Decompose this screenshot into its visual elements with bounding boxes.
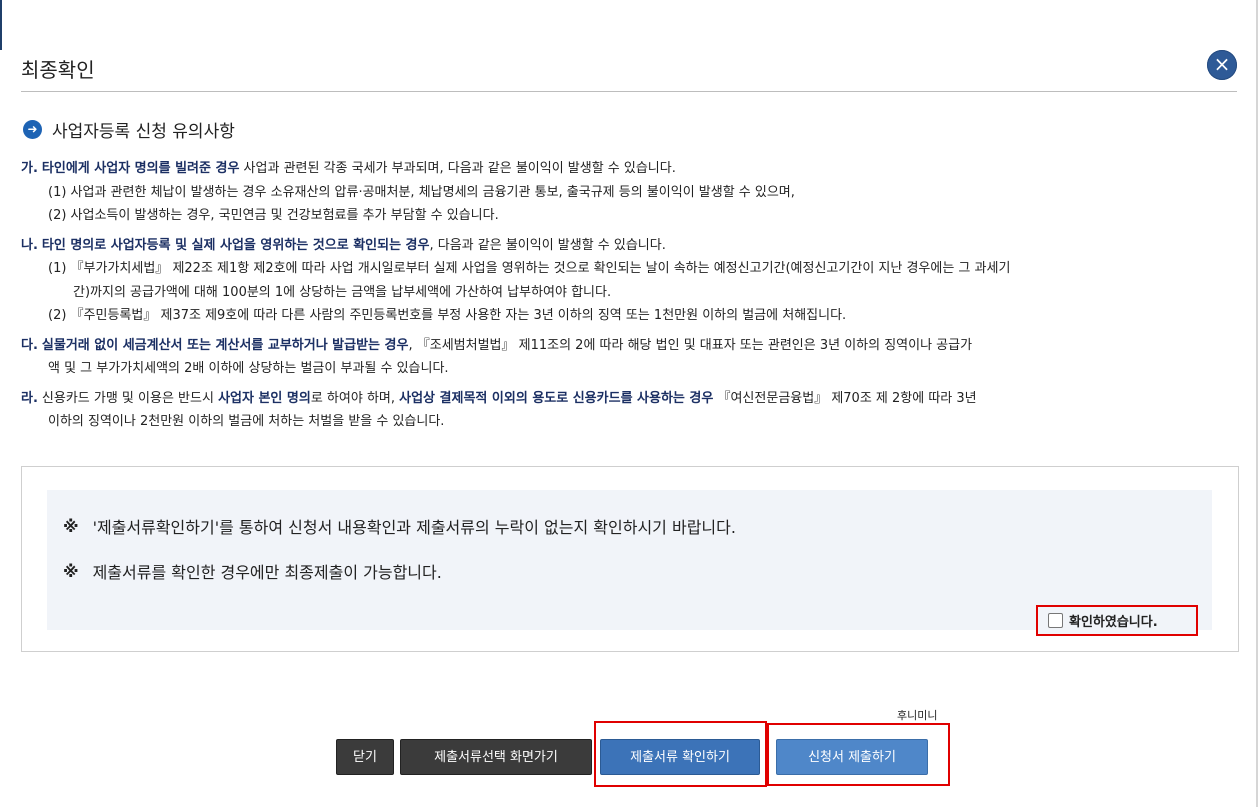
confirm-line-1-text: '제출서류확인하기'를 통하여 신청서 내용확인과 제출서류의 누락이 없는지 … xyxy=(92,518,736,537)
highlight-submit xyxy=(767,723,950,786)
confirm-checkbox[interactable] xyxy=(1048,613,1063,628)
notice-na-lead: 나. 타인 명의로 사업자등록 및 실제 사업을 영위하는 것으로 확인되는 경우… xyxy=(21,234,1246,258)
notice-ra-part2: 로 하여야 하며, xyxy=(310,390,400,406)
notice-ga-rest: 사업과 관련된 각종 국세가 부과되며, 다음과 같은 불이익이 발생할 수 있… xyxy=(239,161,676,176)
notice-na-item1: (1) 『부가가치세법』 제22조 제1항 제2호에 따라 사업 개시일로부터 … xyxy=(48,261,1011,276)
close-button[interactable]: × xyxy=(1207,50,1237,80)
notice-da-mark: 다. xyxy=(21,337,38,353)
confirm-checkbox-label[interactable]: 확인하였습니다. xyxy=(1069,611,1158,630)
notice-ra-lead: 라. 신용카드 가맹 및 이용은 반드시 사업자 본인 명의로 하여야 하며, 사… xyxy=(21,387,1246,411)
confirm-line-2-text: 제출서류를 확인한 경우에만 최종제출이 가능합니다. xyxy=(92,563,442,582)
tiny-label: 후니미니 xyxy=(897,709,938,722)
reference-mark-icon: ※ xyxy=(63,561,79,581)
section-header: ➜ 사업자등록 신청 유의사항 xyxy=(23,117,235,142)
notice-ra-part3: 『여신전문금융법』 제70조 제 2항에 따라 3년 xyxy=(713,390,977,406)
confirm-checkbox-wrapper[interactable]: 확인하였습니다. xyxy=(1036,605,1198,636)
confirm-panel: ※ '제출서류확인하기'를 통하여 신청서 내용확인과 제출서류의 누락이 없는… xyxy=(21,466,1239,652)
confirm-line-1: ※ '제출서류확인하기'를 통하여 신청서 내용확인과 제출서류의 누락이 없는… xyxy=(63,514,736,538)
notice-na-item2: (2) 『주민등록법』 제37조 제9호에 따라 다른 사람의 주민등록번호를 … xyxy=(48,308,847,323)
notice-na-mark: 나. xyxy=(21,237,38,253)
notice-da-lead: 다. 실물거래 없이 세금계산서 또는 계산서를 교부하거나 발급받는 경우, 『… xyxy=(21,334,1246,358)
notice-na-bold: 타인 명의로 사업자등록 및 실제 사업을 영위하는 것으로 확인되는 경우 xyxy=(41,237,430,253)
close-dialog-button[interactable]: 닫기 xyxy=(336,739,394,775)
notice-list: 가. 타인에게 사업자 명의를 빌려준 경우 사업과 관련된 각종 국세가 부과되… xyxy=(21,157,1246,434)
notice-na-rest: , 다음과 같은 불이익이 발생할 수 있습니다. xyxy=(429,237,666,253)
dialog-title: 최종확인 xyxy=(21,58,95,82)
notice-ra-mark: 라. xyxy=(21,390,38,406)
notice-ga-lead: 가. 타인에게 사업자 명의를 빌려준 경우 사업과 관련된 각종 국세가 부과되… xyxy=(21,157,1246,181)
dialog-header: 최종확인 × xyxy=(0,40,1256,92)
section-title: 사업자등록 신청 유의사항 xyxy=(52,121,235,142)
notice-da-cont: 액 및 그 부가가치세액의 2배 이하에 상당하는 벌금이 부과될 수 있습니다… xyxy=(48,361,449,376)
confirm-line-2: ※ 제출서류를 확인한 경우에만 최종제출이 가능합니다. xyxy=(63,559,442,583)
notice-ra-part1: 신용카드 가맹 및 이용은 반드시 xyxy=(41,390,219,406)
notice-ga-item2: (2) 사업소득이 발생하는 경우, 국민연금 및 건강보험료를 추가 부담할 … xyxy=(48,208,499,223)
notice-ra-bold2: 사업상 결제목적 이외의 용도로 신용카드를 사용하는 경우 xyxy=(399,390,714,406)
header-divider xyxy=(21,91,1237,92)
notice-ga-item1: (1) 사업과 관련한 체납이 발생하는 경우 소유재산의 압류·공매처분, 체… xyxy=(48,184,795,200)
highlight-doc-check xyxy=(594,721,767,787)
notice-ra-cont: 이하의 징역이나 2천만원 이하의 벌금에 처하는 처벌을 받을 수 있습니다. xyxy=(48,414,445,429)
notice-ga-bold: 타인에게 사업자 명의를 빌려준 경우 xyxy=(41,161,240,176)
notice-na-item1-cont: 간)까지의 공급가액에 대해 100분의 1에 상당하는 금액을 납부세액에 가… xyxy=(73,284,612,300)
notice-da-rest: , 『조세범처벌법』 제11조의 2에 따라 해당 법인 및 대표자 또는 관련… xyxy=(408,337,973,353)
arrow-right-circle-icon: ➜ xyxy=(23,119,42,139)
close-icon: × xyxy=(1213,52,1231,76)
reference-mark-icon: ※ xyxy=(63,516,79,536)
notice-ga-mark: 가. xyxy=(21,161,38,176)
doc-select-screen-button[interactable]: 제출서류선택 화면가기 xyxy=(400,739,592,775)
notice-da-bold: 실물거래 없이 세금계산서 또는 계산서를 교부하거나 발급받는 경우 xyxy=(41,337,409,353)
notice-ra-bold1: 사업자 본인 명의 xyxy=(218,390,311,406)
